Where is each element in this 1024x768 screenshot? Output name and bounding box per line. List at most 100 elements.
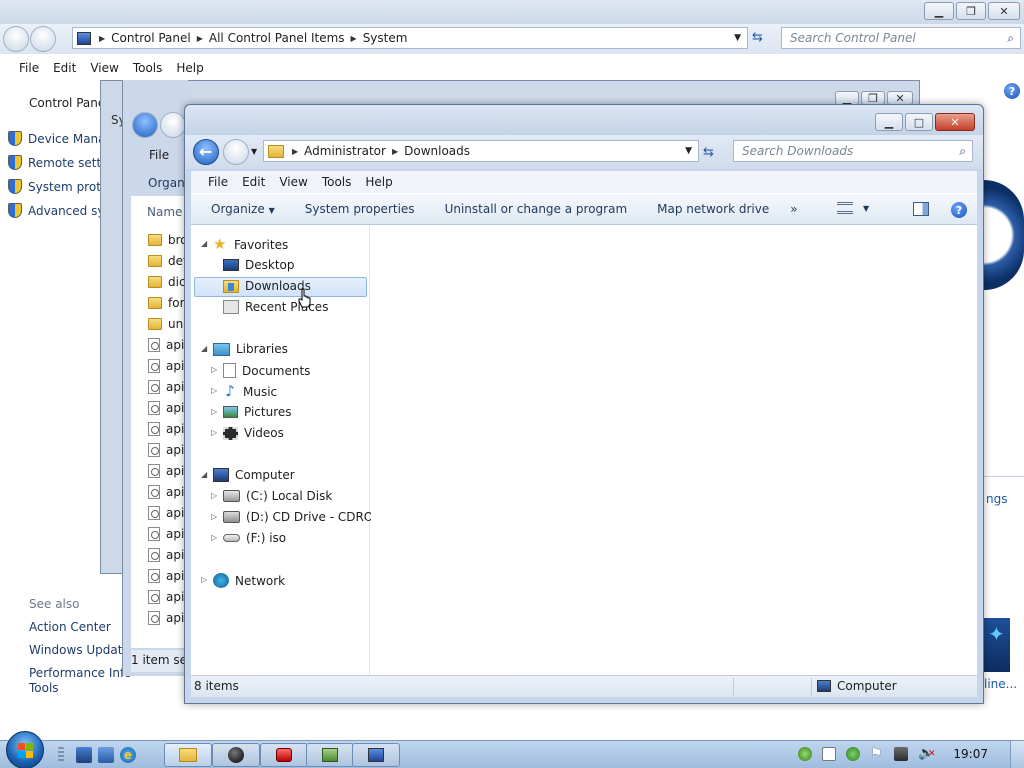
link-performance-tools[interactable]: Tools	[29, 681, 59, 695]
list-item[interactable]: dic	[148, 275, 186, 289]
expand-arrow-icon[interactable]: ▷	[211, 386, 217, 395]
expand-arrow-icon[interactable]: ▷	[211, 365, 217, 374]
collapse-arrow-icon[interactable]: ◢	[201, 344, 207, 353]
tray-network-icon[interactable]	[894, 747, 908, 761]
menu-help[interactable]: Help	[169, 61, 210, 75]
nav-d-drive[interactable]: (D:) CD Drive - CDROM	[223, 510, 384, 524]
expand-arrow-icon[interactable]: ▷	[211, 533, 217, 542]
minimize-button[interactable]: ▁	[875, 113, 903, 131]
taskbar-explorer-button[interactable]	[164, 743, 212, 767]
list-item[interactable]: api	[148, 338, 184, 352]
list-item[interactable]: api	[148, 380, 184, 394]
help-icon[interactable]: ?	[1004, 83, 1020, 99]
nav-pictures[interactable]: Pictures	[223, 405, 292, 419]
forward-button[interactable]	[223, 139, 249, 165]
task-advanced-settings[interactable]: Advanced sys	[8, 203, 111, 218]
breadcrumb-all-items[interactable]: All Control Panel Items	[203, 31, 351, 45]
expand-arrow-icon[interactable]: ▷	[211, 407, 217, 416]
task-device-manager[interactable]: Device Manag	[8, 131, 113, 146]
organize-button[interactable]: Organize ▼	[191, 202, 290, 216]
list-item[interactable]: for	[148, 296, 185, 310]
file-list-pane[interactable]	[371, 225, 977, 675]
list-item[interactable]: api	[148, 506, 184, 520]
change-settings-link[interactable]: ngs	[986, 492, 1007, 506]
clock[interactable]: 19:07	[953, 747, 988, 761]
forward-button[interactable]	[30, 26, 56, 52]
back-button[interactable]: ←	[193, 139, 219, 165]
list-item[interactable]: def	[148, 254, 187, 268]
link-performance-info[interactable]: Performance Info	[29, 666, 132, 680]
address-bar[interactable]: ▶ Control Panel ▶ All Control Panel Item…	[72, 27, 748, 49]
close-button[interactable]: ✕	[887, 91, 913, 105]
nav-music[interactable]: ♪ Music	[223, 384, 277, 399]
menu-view[interactable]: View	[272, 175, 314, 189]
nav-videos[interactable]: Videos	[223, 426, 284, 440]
breadcrumb-system[interactable]: System	[357, 31, 414, 45]
menu-tools[interactable]: Tools	[315, 175, 359, 189]
collapse-arrow-icon[interactable]: ◢	[201, 470, 207, 479]
chevron-down-icon[interactable]: ▼	[734, 33, 741, 43]
uninstall-program-button[interactable]: Uninstall or change a program	[430, 202, 643, 216]
close-button[interactable]: ✕	[988, 2, 1020, 20]
taskbar-network-button[interactable]	[306, 743, 354, 767]
expand-arrow-icon[interactable]: ▷	[211, 491, 217, 500]
internet-explorer-icon[interactable]: e	[120, 747, 136, 763]
breadcrumb-administrator[interactable]: Administrator	[298, 144, 392, 158]
start-button[interactable]	[6, 731, 44, 768]
list-item[interactable]: bro	[148, 233, 188, 247]
menu-help[interactable]: Help	[358, 175, 399, 189]
nav-libraries[interactable]: Libraries	[213, 342, 288, 356]
restore-button[interactable]: ❐	[956, 2, 986, 20]
nav-documents[interactable]: Documents	[223, 363, 310, 378]
switch-windows-icon[interactable]	[98, 747, 114, 763]
list-item[interactable]: api	[148, 359, 184, 373]
show-desktop-icon[interactable]	[76, 747, 92, 763]
map-network-drive-button[interactable]: Map network drive	[642, 202, 784, 216]
minimize-button[interactable]: ▁	[924, 2, 954, 20]
system-toolbar-organize[interactable]: Organi	[148, 176, 188, 190]
list-item[interactable]: api	[148, 548, 184, 562]
expand-arrow-icon[interactable]: ▷	[211, 428, 217, 437]
recent-pages-chevron-icon[interactable]: ▼	[251, 147, 257, 156]
nav-computer[interactable]: Computer	[213, 468, 295, 482]
back-button[interactable]	[132, 112, 158, 138]
taskbar-media-button[interactable]	[212, 743, 260, 767]
menu-tools[interactable]: Tools	[126, 61, 170, 75]
search-icon[interactable]: ⌕	[1007, 31, 1014, 46]
close-button[interactable]: ✕	[935, 113, 975, 131]
link-action-center[interactable]: Action Center	[29, 620, 111, 634]
maximize-button[interactable]: □	[905, 113, 933, 131]
restore-button[interactable]: ❐	[861, 91, 885, 105]
list-item[interactable]: uni	[148, 317, 187, 331]
refresh-icon[interactable]: ⇆	[752, 30, 763, 45]
expand-arrow-icon[interactable]: ▷	[201, 575, 207, 584]
menu-file[interactable]: File	[201, 175, 235, 189]
menu-edit[interactable]: Edit	[46, 61, 83, 75]
task-remote-settings[interactable]: Remote settin	[8, 155, 112, 170]
breadcrumb-control-panel[interactable]: Control Panel	[105, 31, 197, 45]
search-input[interactable]: Search Control Panel ⌕	[781, 27, 1021, 49]
minimize-button[interactable]: ▁	[835, 91, 859, 105]
expand-arrow-icon[interactable]: ▷	[211, 512, 217, 521]
list-item[interactable]: api	[148, 611, 184, 625]
nav-f-drive[interactable]: (F:) iso	[223, 531, 286, 545]
task-system-protection[interactable]: System prote	[8, 179, 108, 194]
menu-edit[interactable]: Edit	[235, 175, 272, 189]
quicklaunch-grip[interactable]	[58, 747, 64, 763]
nav-favorites[interactable]: ★ Favorites	[213, 237, 288, 252]
list-item[interactable]: api	[148, 443, 184, 457]
list-item[interactable]: api	[148, 527, 184, 541]
chevron-down-icon[interactable]: ▼	[685, 146, 692, 156]
list-item[interactable]: api	[148, 569, 184, 583]
refresh-icon[interactable]: ⇆	[703, 145, 714, 160]
system-properties-button[interactable]: System properties	[290, 202, 430, 216]
tray-network-app-icon[interactable]	[798, 747, 812, 761]
menu-file[interactable]: File	[12, 61, 46, 75]
nav-recent-places[interactable]: Recent Places	[223, 300, 328, 314]
list-item[interactable]: api	[148, 464, 184, 478]
system-menu-file[interactable]: File	[149, 148, 169, 162]
taskbar-app-button[interactable]	[260, 743, 308, 767]
address-bar[interactable]: ▶ Administrator ▶ Downloads ▼	[263, 140, 699, 162]
help-icon[interactable]: ?	[951, 202, 967, 218]
list-item[interactable]: api	[148, 590, 184, 604]
